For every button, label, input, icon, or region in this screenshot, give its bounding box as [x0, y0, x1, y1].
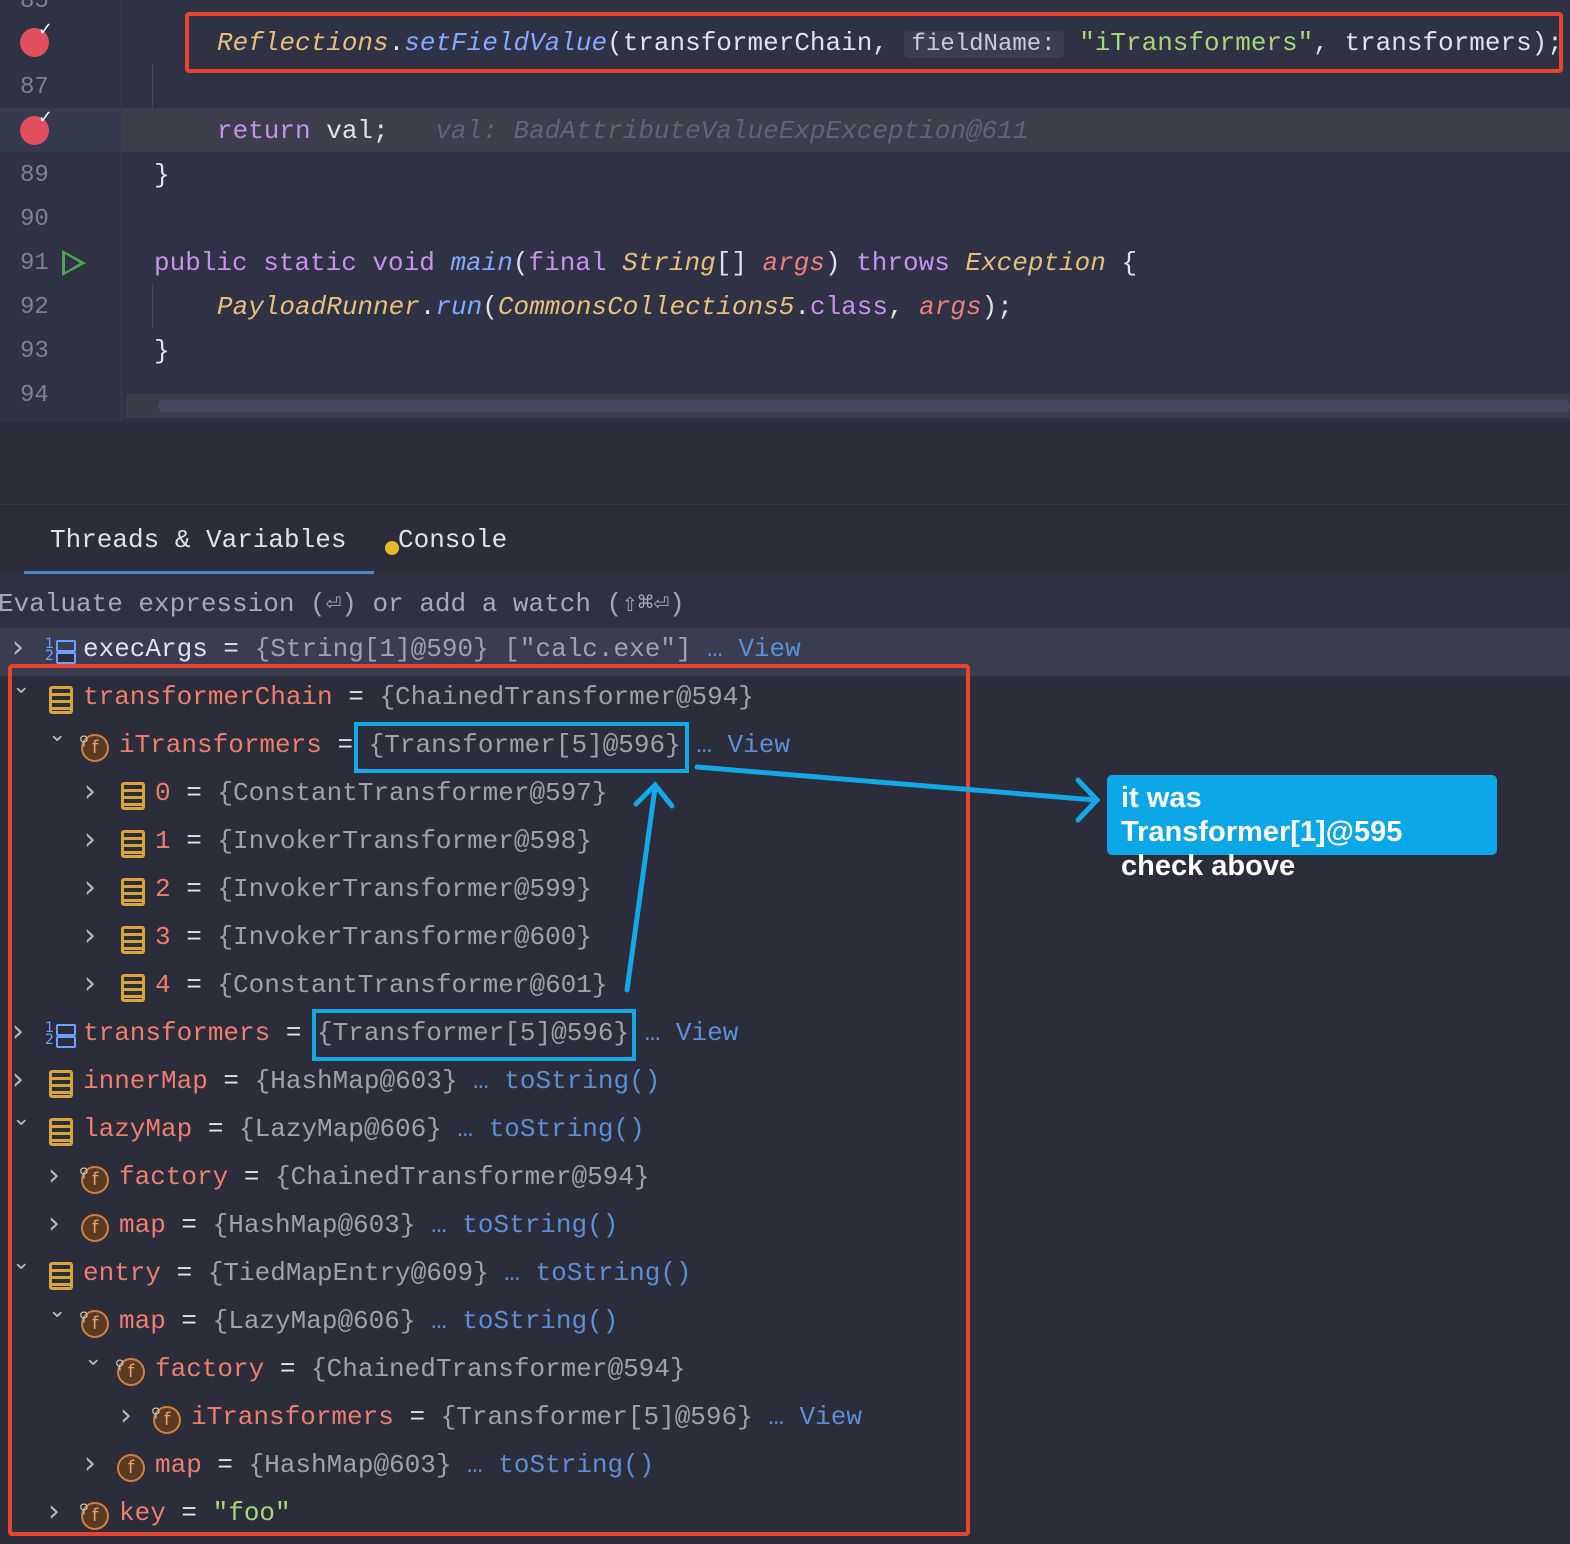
- callout-line: check above: [1121, 850, 1296, 882]
- annotation-arrows: [624, 764, 1101, 993]
- arrow-to-callout: [694, 764, 1098, 803]
- annotation-callout: it was Transformer[1]@595 check above: [1107, 775, 1497, 882]
- callout-line: it was Transformer[1]@595: [1121, 782, 1403, 848]
- arrow-up: [624, 785, 658, 993]
